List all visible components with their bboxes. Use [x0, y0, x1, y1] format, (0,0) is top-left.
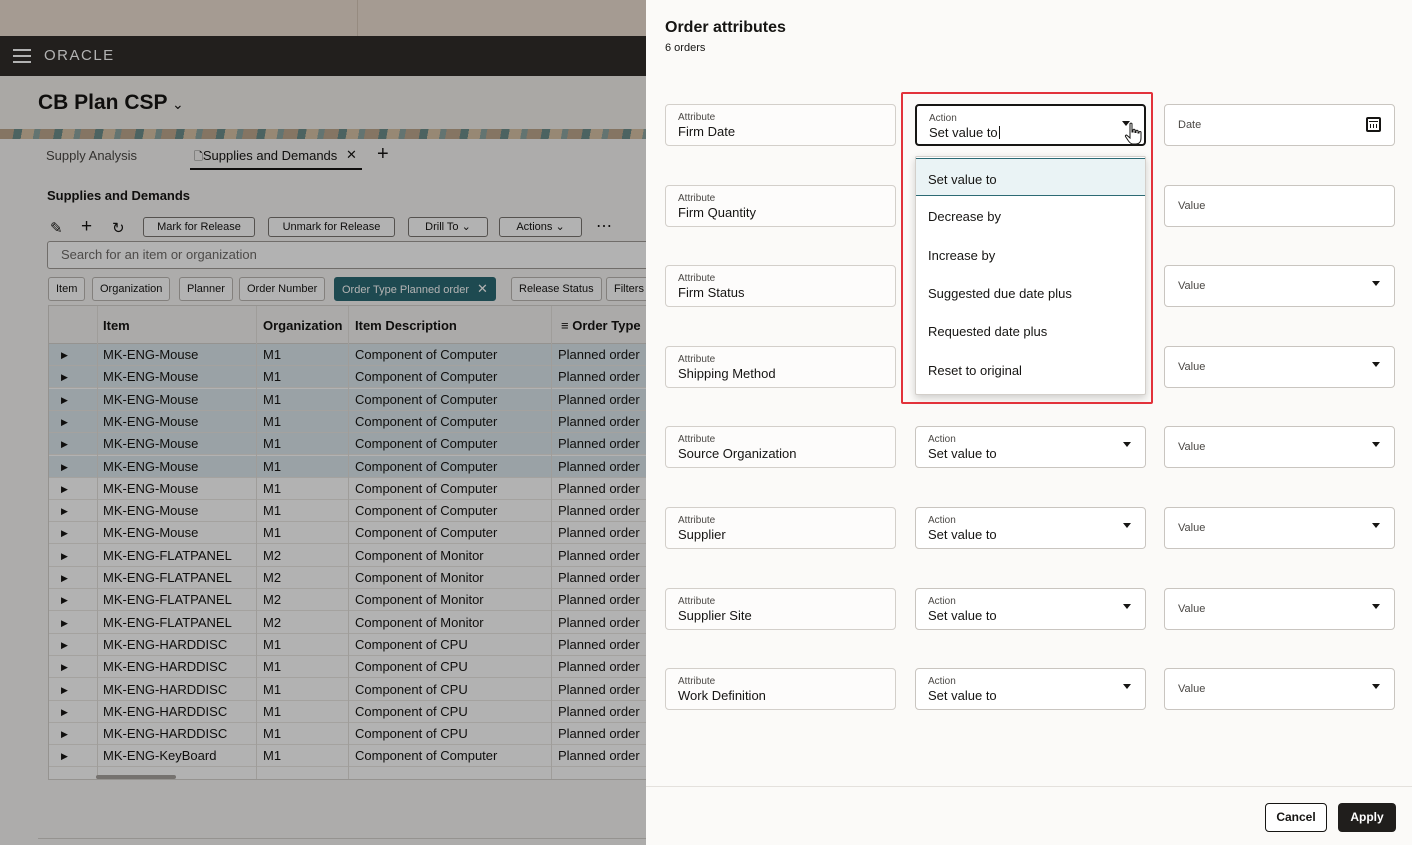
dropdown-option[interactable]: Decrease by	[916, 196, 1145, 234]
attribute-value: Supplier Site	[678, 607, 752, 623]
chevron-down-icon[interactable]	[1372, 442, 1380, 448]
attribute-value: Shipping Method	[678, 365, 776, 381]
modal-overlay	[0, 0, 646, 845]
field-label: Attribute	[678, 434, 716, 446]
attribute-field: Attribute Source Organization	[665, 426, 896, 469]
action-value: Set value to	[928, 607, 997, 623]
dropdown-option[interactable]: Set value to	[916, 158, 1145, 196]
field-label: Action	[928, 676, 956, 688]
attribute-field: Attribute Work Definition	[665, 668, 896, 711]
chevron-down-icon[interactable]	[1372, 361, 1380, 367]
drawer-subtitle: 6 orders	[665, 42, 706, 54]
order-attributes-drawer: Order attributes 6 orders Attribute Firm …	[646, 0, 1412, 845]
attribute-field: Attribute Supplier Site	[665, 587, 896, 630]
chevron-down-icon[interactable]	[1372, 523, 1380, 528]
value-field[interactable]: Value	[1164, 587, 1395, 630]
dropdown-option[interactable]: Requested date plus	[916, 311, 1145, 349]
value-field[interactable]: Value	[1164, 265, 1395, 308]
action-value: Set value to	[928, 446, 997, 462]
attribute-value: Firm Date	[678, 124, 736, 139]
field-placeholder: Value	[1178, 602, 1206, 615]
chevron-down-icon[interactable]	[1372, 281, 1380, 287]
field-placeholder: Date	[1178, 119, 1202, 131]
action-select[interactable]: Action Set value to	[915, 507, 1146, 549]
field-label: Attribute	[678, 273, 716, 285]
field-label: Action	[928, 434, 956, 446]
drawer-footer-divider	[646, 786, 1412, 787]
action-select[interactable]: Action Set value to	[915, 587, 1146, 630]
date-field[interactable]: Date	[1164, 104, 1395, 146]
field-label: Attribute	[678, 515, 716, 526]
chevron-down-icon[interactable]	[1372, 684, 1380, 690]
field-placeholder: Value	[1178, 683, 1206, 696]
action-select[interactable]: Action Set value to	[915, 104, 1146, 146]
value-field[interactable]: Value	[1164, 507, 1395, 549]
field-placeholder: Value	[1178, 360, 1206, 373]
attribute-value: Firm Quantity	[678, 204, 757, 220]
action-dropdown-menu: Set value to Decrease by Increase by Sugges…	[915, 156, 1146, 395]
value-field[interactable]: Value	[1164, 668, 1395, 711]
field-placeholder: Value	[1178, 280, 1206, 293]
action-value: Set value to	[928, 688, 997, 704]
drawer-title: Order attributes	[665, 19, 786, 36]
field-label: Action	[929, 113, 957, 124]
attribute-value: Firm Status	[678, 285, 745, 301]
field-label: Attribute	[678, 676, 716, 688]
value-field[interactable]: Value	[1164, 426, 1395, 469]
attribute-value: Work Definition	[678, 688, 766, 704]
dropdown-option[interactable]: Reset to original	[916, 350, 1145, 388]
chevron-down-icon[interactable]	[1123, 603, 1131, 609]
field-label: Attribute	[678, 192, 716, 204]
attribute-field: Attribute Firm Quantity	[665, 184, 896, 227]
value-field[interactable]: Value	[1164, 184, 1395, 227]
chevron-down-icon[interactable]	[1372, 603, 1380, 609]
dropdown-option[interactable]: Suggested due date plus	[916, 273, 1145, 311]
action-select[interactable]: Action Set value to	[915, 426, 1146, 469]
apply-button[interactable]: Apply	[1338, 803, 1396, 832]
field-label: Attribute	[678, 353, 716, 365]
field-label: Action	[928, 595, 956, 607]
attribute-field: Attribute Firm Status	[665, 265, 896, 308]
field-placeholder: Value	[1178, 441, 1206, 454]
chevron-down-icon[interactable]	[1123, 684, 1131, 690]
chevron-down-icon[interactable]	[1123, 523, 1131, 528]
hand-cursor-icon	[1124, 122, 1142, 145]
attribute-field: Attribute Firm Date	[665, 104, 896, 146]
field-label: Attribute	[678, 595, 716, 607]
background-page: ORACLE CB Plan CSP ⌄ Supply Analysis 🗋Su…	[0, 0, 646, 845]
field-label: Attribute	[678, 112, 716, 123]
field-placeholder: Value	[1178, 199, 1206, 212]
field-placeholder: Value	[1178, 522, 1206, 534]
action-value: Set value to	[929, 125, 1000, 140]
attribute-field: Attribute Supplier	[665, 507, 896, 549]
attribute-field: Attribute Shipping Method	[665, 345, 896, 388]
attribute-value: Source Organization	[678, 446, 797, 462]
chevron-down-icon[interactable]	[1123, 442, 1131, 448]
action-value: Set value to	[928, 527, 997, 542]
dropdown-option[interactable]: Increase by	[916, 235, 1145, 273]
field-label: Action	[928, 515, 956, 526]
value-field[interactable]: Value	[1164, 345, 1395, 388]
calendar-icon[interactable]	[1366, 117, 1381, 132]
cancel-button[interactable]: Cancel	[1265, 803, 1327, 832]
action-select[interactable]: Action Set value to	[915, 668, 1146, 711]
attribute-value: Supplier	[678, 527, 726, 542]
